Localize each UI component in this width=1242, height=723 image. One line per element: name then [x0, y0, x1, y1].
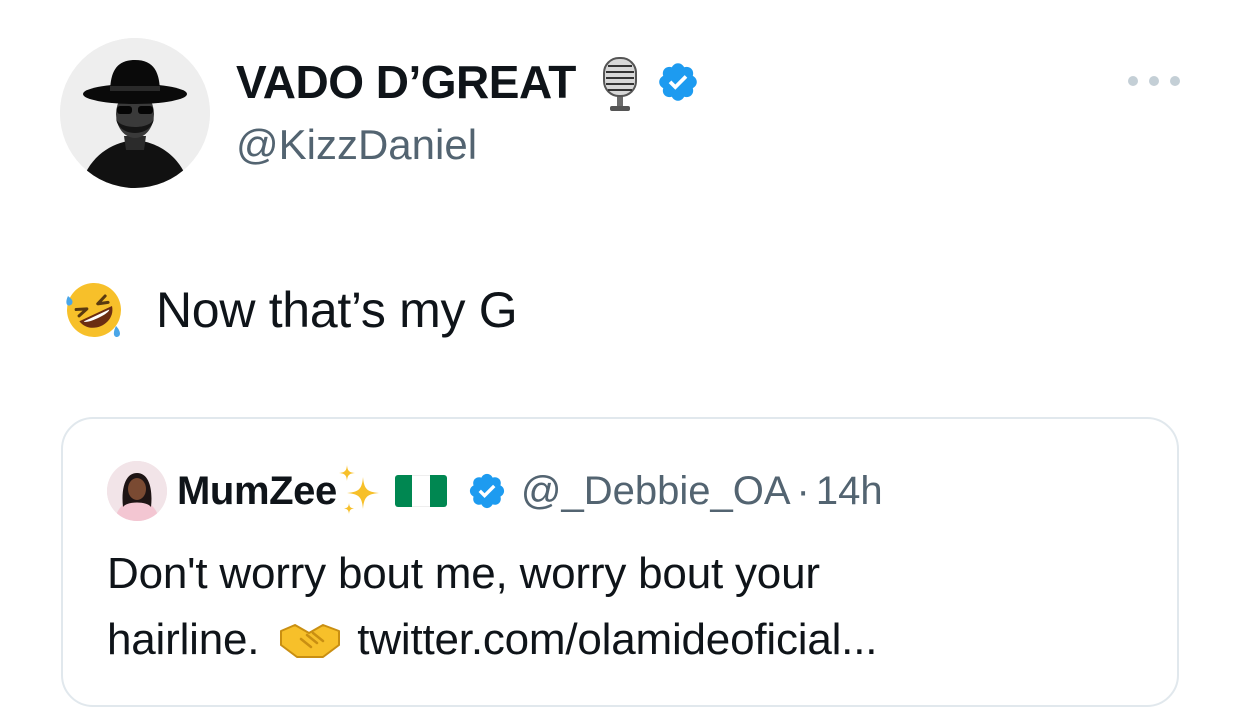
tweet-text: Now that’s my G [62, 278, 518, 342]
author-avatar[interactable] [60, 38, 210, 188]
quoted-text-line1: Don't worry bout me, worry bout your [107, 549, 820, 598]
verified-badge-icon[interactable] [656, 60, 700, 104]
quoted-text-line: Don't worry bout me, worry bout your [107, 541, 1147, 607]
profile-photo [60, 38, 210, 188]
author-name-row: VADO D’GREAT [236, 52, 700, 112]
quoted-handle[interactable]: @_Debbie_OA [521, 461, 791, 521]
handshake-icon [280, 624, 341, 658]
microphone-icon [602, 57, 637, 111]
quoted-text-line2: hairline. [107, 615, 260, 664]
more-dot-icon [1128, 76, 1138, 86]
more-options-button[interactable] [1128, 66, 1180, 96]
sparkles-icon [338, 465, 379, 514]
author-handle[interactable]: @KizzDaniel [236, 118, 477, 172]
quoted-tweet-text: Don't worry bout me, worry bout your hai… [107, 541, 1147, 673]
more-dot-icon [1149, 76, 1159, 86]
nigeria-flag-icon [394, 475, 447, 507]
verified-badge-icon[interactable] [467, 471, 507, 511]
quoted-link[interactable]: twitter.com/olamideoficial... [357, 607, 877, 673]
quoted-author-avatar[interactable] [107, 461, 167, 521]
quoted-display-name[interactable]: MumZee [177, 461, 337, 521]
tweet-body-text: Now that’s my G [156, 282, 518, 338]
separator-dot: · [796, 469, 810, 513]
rolling-on-floor-laughing-icon [66, 283, 121, 337]
author-display-name[interactable]: VADO D’GREAT [236, 52, 576, 112]
quoted-tweet-card[interactable]: MumZee @_Debbie_OA · 14h Don't worry bou… [61, 417, 1179, 707]
profile-photo [107, 461, 167, 521]
quoted-text-line: hairline. twitter.com/olamideoficial... [107, 607, 1147, 673]
more-dot-icon [1170, 76, 1180, 86]
quoted-tweet-header: MumZee @_Debbie_OA · 14h [107, 461, 883, 521]
quoted-timestamp[interactable]: 14h [816, 461, 883, 521]
